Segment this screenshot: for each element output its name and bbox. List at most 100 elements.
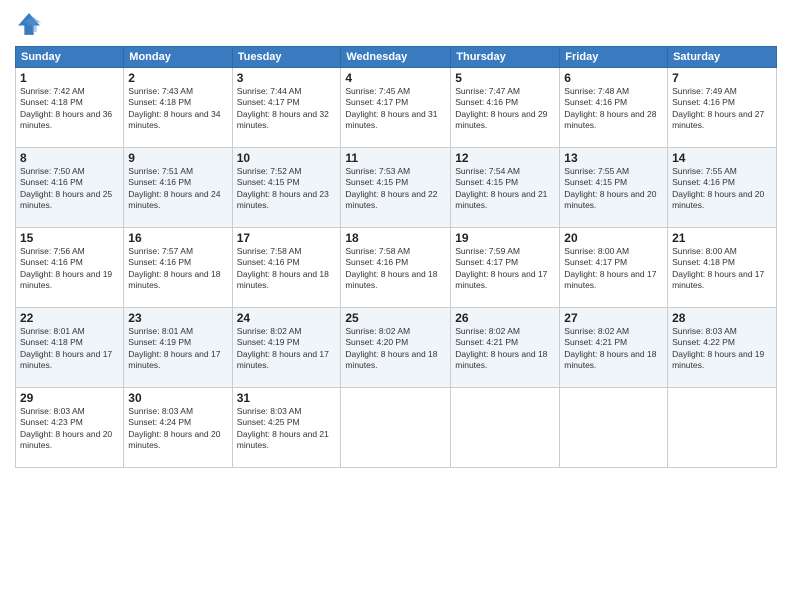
day-info: Sunrise: 8:02 AMSunset: 4:21 PMDaylight:…	[455, 326, 555, 372]
calendar-cell: 13Sunrise: 7:55 AMSunset: 4:15 PMDayligh…	[560, 148, 668, 228]
day-number: 20	[564, 231, 663, 245]
day-info: Sunrise: 7:49 AMSunset: 4:16 PMDaylight:…	[672, 86, 772, 132]
calendar-cell	[560, 388, 668, 468]
day-number: 13	[564, 151, 663, 165]
calendar-cell: 23Sunrise: 8:01 AMSunset: 4:19 PMDayligh…	[124, 308, 232, 388]
day-info: Sunrise: 8:01 AMSunset: 4:18 PMDaylight:…	[20, 326, 119, 372]
header	[15, 10, 777, 38]
day-info: Sunrise: 7:45 AMSunset: 4:17 PMDaylight:…	[345, 86, 446, 132]
calendar-cell: 22Sunrise: 8:01 AMSunset: 4:18 PMDayligh…	[16, 308, 124, 388]
calendar-cell: 2Sunrise: 7:43 AMSunset: 4:18 PMDaylight…	[124, 68, 232, 148]
day-number: 7	[672, 71, 772, 85]
day-info: Sunrise: 7:58 AMSunset: 4:16 PMDaylight:…	[237, 246, 337, 292]
calendar-cell: 1Sunrise: 7:42 AMSunset: 4:18 PMDaylight…	[16, 68, 124, 148]
day-number: 9	[128, 151, 227, 165]
logo	[15, 10, 47, 38]
calendar-cell: 24Sunrise: 8:02 AMSunset: 4:19 PMDayligh…	[232, 308, 341, 388]
day-info: Sunrise: 7:55 AMSunset: 4:16 PMDaylight:…	[672, 166, 772, 212]
calendar-cell: 21Sunrise: 8:00 AMSunset: 4:18 PMDayligh…	[668, 228, 777, 308]
calendar-week-4: 22Sunrise: 8:01 AMSunset: 4:18 PMDayligh…	[16, 308, 777, 388]
day-info: Sunrise: 7:59 AMSunset: 4:17 PMDaylight:…	[455, 246, 555, 292]
calendar-cell: 6Sunrise: 7:48 AMSunset: 4:16 PMDaylight…	[560, 68, 668, 148]
calendar-cell: 29Sunrise: 8:03 AMSunset: 4:23 PMDayligh…	[16, 388, 124, 468]
day-number: 1	[20, 71, 119, 85]
calendar-week-2: 8Sunrise: 7:50 AMSunset: 4:16 PMDaylight…	[16, 148, 777, 228]
day-number: 2	[128, 71, 227, 85]
calendar-cell: 10Sunrise: 7:52 AMSunset: 4:15 PMDayligh…	[232, 148, 341, 228]
day-number: 27	[564, 311, 663, 325]
day-number: 21	[672, 231, 772, 245]
calendar-cell: 31Sunrise: 8:03 AMSunset: 4:25 PMDayligh…	[232, 388, 341, 468]
calendar-cell	[668, 388, 777, 468]
day-number: 29	[20, 391, 119, 405]
page: SundayMondayTuesdayWednesdayThursdayFrid…	[0, 0, 792, 612]
calendar-cell: 17Sunrise: 7:58 AMSunset: 4:16 PMDayligh…	[232, 228, 341, 308]
day-info: Sunrise: 7:51 AMSunset: 4:16 PMDaylight:…	[128, 166, 227, 212]
day-number: 10	[237, 151, 337, 165]
calendar-cell: 14Sunrise: 7:55 AMSunset: 4:16 PMDayligh…	[668, 148, 777, 228]
calendar-week-1: 1Sunrise: 7:42 AMSunset: 4:18 PMDaylight…	[16, 68, 777, 148]
day-number: 8	[20, 151, 119, 165]
col-header-wednesday: Wednesday	[341, 47, 451, 68]
day-info: Sunrise: 7:54 AMSunset: 4:15 PMDaylight:…	[455, 166, 555, 212]
day-number: 16	[128, 231, 227, 245]
day-info: Sunrise: 8:03 AMSunset: 4:25 PMDaylight:…	[237, 406, 337, 452]
day-info: Sunrise: 7:43 AMSunset: 4:18 PMDaylight:…	[128, 86, 227, 132]
calendar-cell: 30Sunrise: 8:03 AMSunset: 4:24 PMDayligh…	[124, 388, 232, 468]
day-number: 15	[20, 231, 119, 245]
day-number: 14	[672, 151, 772, 165]
day-info: Sunrise: 8:00 AMSunset: 4:17 PMDaylight:…	[564, 246, 663, 292]
col-header-tuesday: Tuesday	[232, 47, 341, 68]
day-info: Sunrise: 8:01 AMSunset: 4:19 PMDaylight:…	[128, 326, 227, 372]
calendar-cell: 12Sunrise: 7:54 AMSunset: 4:15 PMDayligh…	[451, 148, 560, 228]
calendar-table: SundayMondayTuesdayWednesdayThursdayFrid…	[15, 46, 777, 468]
day-number: 18	[345, 231, 446, 245]
col-header-thursday: Thursday	[451, 47, 560, 68]
calendar-week-5: 29Sunrise: 8:03 AMSunset: 4:23 PMDayligh…	[16, 388, 777, 468]
col-header-friday: Friday	[560, 47, 668, 68]
day-info: Sunrise: 8:02 AMSunset: 4:20 PMDaylight:…	[345, 326, 446, 372]
day-info: Sunrise: 7:56 AMSunset: 4:16 PMDaylight:…	[20, 246, 119, 292]
calendar-cell	[451, 388, 560, 468]
day-info: Sunrise: 7:47 AMSunset: 4:16 PMDaylight:…	[455, 86, 555, 132]
day-info: Sunrise: 7:53 AMSunset: 4:15 PMDaylight:…	[345, 166, 446, 212]
calendar-cell: 18Sunrise: 7:58 AMSunset: 4:16 PMDayligh…	[341, 228, 451, 308]
day-info: Sunrise: 7:42 AMSunset: 4:18 PMDaylight:…	[20, 86, 119, 132]
day-number: 6	[564, 71, 663, 85]
calendar-cell: 20Sunrise: 8:00 AMSunset: 4:17 PMDayligh…	[560, 228, 668, 308]
calendar-cell: 27Sunrise: 8:02 AMSunset: 4:21 PMDayligh…	[560, 308, 668, 388]
calendar-cell: 7Sunrise: 7:49 AMSunset: 4:16 PMDaylight…	[668, 68, 777, 148]
day-number: 3	[237, 71, 337, 85]
day-number: 30	[128, 391, 227, 405]
day-info: Sunrise: 7:44 AMSunset: 4:17 PMDaylight:…	[237, 86, 337, 132]
day-number: 23	[128, 311, 227, 325]
day-info: Sunrise: 8:03 AMSunset: 4:23 PMDaylight:…	[20, 406, 119, 452]
calendar-cell: 25Sunrise: 8:02 AMSunset: 4:20 PMDayligh…	[341, 308, 451, 388]
logo-icon	[15, 10, 43, 38]
day-number: 22	[20, 311, 119, 325]
day-info: Sunrise: 8:02 AMSunset: 4:19 PMDaylight:…	[237, 326, 337, 372]
calendar-cell: 4Sunrise: 7:45 AMSunset: 4:17 PMDaylight…	[341, 68, 451, 148]
day-info: Sunrise: 7:58 AMSunset: 4:16 PMDaylight:…	[345, 246, 446, 292]
calendar-cell: 28Sunrise: 8:03 AMSunset: 4:22 PMDayligh…	[668, 308, 777, 388]
day-number: 17	[237, 231, 337, 245]
col-header-saturday: Saturday	[668, 47, 777, 68]
day-info: Sunrise: 8:03 AMSunset: 4:22 PMDaylight:…	[672, 326, 772, 372]
calendar-cell: 16Sunrise: 7:57 AMSunset: 4:16 PMDayligh…	[124, 228, 232, 308]
day-number: 11	[345, 151, 446, 165]
day-number: 5	[455, 71, 555, 85]
day-info: Sunrise: 8:00 AMSunset: 4:18 PMDaylight:…	[672, 246, 772, 292]
day-info: Sunrise: 7:52 AMSunset: 4:15 PMDaylight:…	[237, 166, 337, 212]
day-number: 25	[345, 311, 446, 325]
day-number: 12	[455, 151, 555, 165]
day-info: Sunrise: 8:03 AMSunset: 4:24 PMDaylight:…	[128, 406, 227, 452]
calendar-cell: 3Sunrise: 7:44 AMSunset: 4:17 PMDaylight…	[232, 68, 341, 148]
calendar-cell: 15Sunrise: 7:56 AMSunset: 4:16 PMDayligh…	[16, 228, 124, 308]
day-number: 19	[455, 231, 555, 245]
day-number: 28	[672, 311, 772, 325]
day-number: 4	[345, 71, 446, 85]
calendar-cell: 26Sunrise: 8:02 AMSunset: 4:21 PMDayligh…	[451, 308, 560, 388]
calendar-cell: 11Sunrise: 7:53 AMSunset: 4:15 PMDayligh…	[341, 148, 451, 228]
col-header-sunday: Sunday	[16, 47, 124, 68]
day-info: Sunrise: 7:48 AMSunset: 4:16 PMDaylight:…	[564, 86, 663, 132]
